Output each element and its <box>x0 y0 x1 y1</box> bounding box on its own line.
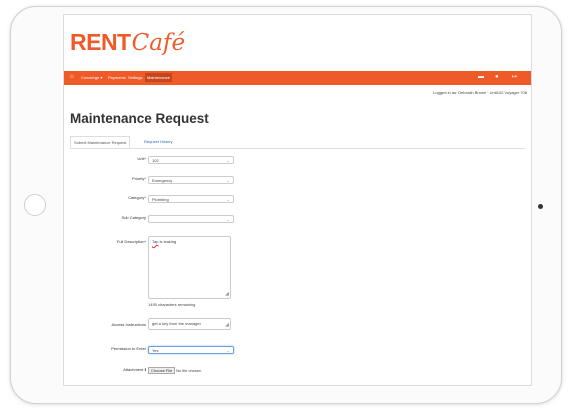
chevron-down-icon: ⌄ <box>226 158 230 163</box>
resize-grip-icon[interactable]: ◢ <box>225 323 229 328</box>
main-navbar: ⌂ Concierge ▾ Payments Settings Maintena… <box>64 71 531 85</box>
priority-select[interactable]: Emergency ⌄ <box>148 176 234 184</box>
logo-rent-text: RENT <box>70 29 131 55</box>
tab-bar: Submit Maintenance Request Request Histo… <box>70 136 525 149</box>
access-textarea[interactable]: get a key from the manager ◢ <box>148 318 231 330</box>
subcategory-select[interactable]: ⌄ <box>148 215 234 223</box>
chevron-down-icon: ⌄ <box>226 178 230 183</box>
priority-label: Priority* <box>131 176 146 181</box>
app-screen: RENTCafé ⌂ Concierge ▾ Payments Settings… <box>63 14 532 386</box>
category-label: Category* <box>128 195 146 200</box>
message-icon[interactable]: ▬ <box>478 73 484 82</box>
description-label: Full Description* <box>116 239 146 244</box>
choose-file-button[interactable]: Choose File <box>148 367 176 374</box>
no-file-chosen: No file chosen <box>176 368 202 373</box>
page-title: Maintenance Request <box>70 111 209 126</box>
tab-submit-request[interactable]: Submit Maintenance Request <box>70 136 131 148</box>
chevron-down-icon: ⌄ <box>226 217 230 222</box>
info-icon[interactable]: ℹ <box>144 367 146 372</box>
category-select[interactable]: Plumbing ⌄ <box>148 195 234 203</box>
resize-grip-icon[interactable]: ◢ <box>225 292 229 297</box>
tablet-camera <box>538 204 543 209</box>
permission-label: Permission to Enter <box>111 346 146 351</box>
attachment-label-text: Attachment <box>123 367 144 372</box>
nav-item-maintenance[interactable]: Maintenance <box>145 73 172 82</box>
access-value: get a key from the manager <box>152 321 201 326</box>
user-icon[interactable]: ● <box>495 73 499 82</box>
access-label: Access Instructions <box>111 322 146 327</box>
home-icon[interactable]: ⌂ <box>70 73 74 82</box>
attachment-label: Attachment ℹ <box>123 367 146 372</box>
tablet-home-button <box>24 194 46 216</box>
description-textarea[interactable]: Tap is leaking ◢ <box>148 236 231 299</box>
characters-remaining: 1495 characters remaining <box>148 302 196 307</box>
tab-request-history[interactable]: Request History <box>141 136 175 147</box>
subcategory-label: Sub Category <box>121 215 146 220</box>
permission-value: Yes <box>152 348 159 353</box>
unit-select[interactable]: 102 ⌄ <box>148 156 234 164</box>
unit-label: Unit* <box>137 156 146 161</box>
nav-item-concierge[interactable]: Concierge ▾ <box>81 74 102 81</box>
category-value: Plumbing <box>152 197 169 202</box>
rentcafe-logo: RENTCafé <box>70 29 186 56</box>
nav-item-settings[interactable]: Settings <box>128 74 142 81</box>
description-text: is leaking <box>158 239 177 244</box>
permission-select[interactable]: Yes ⌄ <box>148 346 234 354</box>
chevron-down-icon: ⌄ <box>226 197 230 202</box>
nav-item-payments[interactable]: Payments <box>108 74 126 81</box>
logo-cafe-text: Café <box>131 30 186 56</box>
logout-icon[interactable]: ↦ <box>512 73 517 82</box>
unit-value: 102 <box>152 158 159 163</box>
logged-in-status: Logged in as: Deborah Brown · Unit102 Vo… <box>433 90 527 95</box>
priority-value: Emergency <box>152 178 173 183</box>
chevron-down-icon: ⌄ <box>226 348 230 353</box>
